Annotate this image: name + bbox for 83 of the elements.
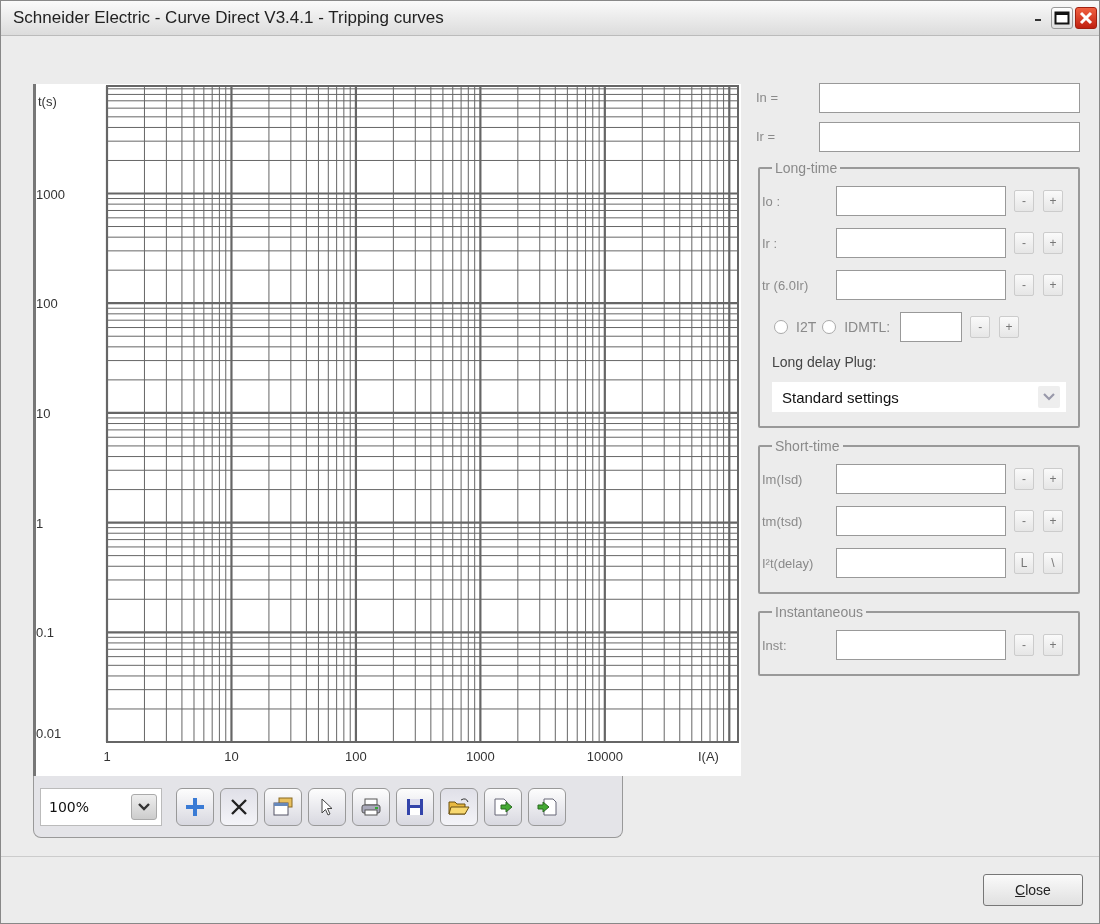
close-button[interactable] [1075,7,1097,29]
window-stack-icon [272,796,294,817]
radio-button[interactable] [774,320,788,334]
input-field[interactable] [836,270,1006,300]
step-button[interactable]: + [1043,634,1063,656]
step-button[interactable]: + [999,316,1020,338]
chevron-down-icon [138,802,150,811]
field-label: I²t(delay) [762,555,815,571]
plus-icon [184,795,206,818]
step-button[interactable]: + [1043,274,1063,296]
step-button[interactable]: - [1014,510,1034,532]
input-field[interactable] [836,630,1006,660]
close-icon [1079,11,1093,25]
maximize-button[interactable] [1051,7,1073,29]
select-button[interactable] [308,787,346,826]
folder-icon [447,796,471,817]
properties-button[interactable] [264,787,302,826]
add-button[interactable] [176,787,214,826]
x-tick-label: 1000 [465,749,495,764]
input-field[interactable] [836,228,1006,258]
y-axis-label: t(s) [38,94,57,109]
field-label: tm(tsd) [762,513,804,529]
step-button[interactable]: - [1014,274,1034,296]
field-label: Io : [762,193,782,209]
step-button[interactable]: - [1014,634,1034,656]
radio-button[interactable] [822,320,837,334]
input-field[interactable] [836,186,1006,216]
field-label: Inst: [762,637,788,653]
print-button[interactable] [352,787,390,826]
step-button[interactable]: - [1014,468,1034,490]
y-tick-label: 1 [36,515,44,531]
y-tick-label: 0.1 [36,625,55,641]
field-label: Ir = [755,129,777,144]
step-button[interactable]: - [1014,190,1034,212]
step-button[interactable]: + [1043,468,1063,490]
y-tick-label: 1000 [36,186,65,202]
field-label: Ir : [762,235,779,251]
y-tick-label: 0.01 [36,726,62,741]
delete-button[interactable] [220,787,258,826]
step-button[interactable]: - [970,316,991,338]
printer-icon [360,796,382,817]
input-field[interactable] [900,312,963,342]
y-tick-label: 100 [36,296,58,312]
step-button[interactable]: \ [1043,552,1063,574]
group-title: Short-time [774,438,841,454]
plug-dropdown[interactable]: Standard settings [772,382,1066,412]
step-button[interactable]: + [1043,510,1063,532]
x-axis-label: I(A) [698,749,719,764]
input-field[interactable] [819,121,1080,152]
open-button[interactable] [440,787,478,826]
y-tick-label: 10 [36,405,51,421]
radio-label: I2T [796,319,817,335]
group-title: Long-time [774,160,839,176]
step-button[interactable]: - [1014,232,1034,254]
maximize-icon [1054,11,1070,25]
x-tick-label: 10 [224,749,239,764]
input-field[interactable] [819,82,1080,113]
step-button[interactable]: + [1043,232,1063,254]
input-field[interactable] [836,548,1006,578]
import-button[interactable] [528,787,566,826]
chevron-down-icon [1043,393,1055,401]
field-label: In = [755,90,780,105]
group-title: Instantaneous [774,604,864,620]
cross-icon [229,796,249,817]
field-label: Im(Isd) [762,471,804,487]
document-arrow-icon [536,796,558,817]
save-button[interactable] [396,787,434,826]
document-arrow-icon [492,796,514,817]
export-button[interactable] [484,787,522,826]
zoom-dropdown[interactable]: 100% [40,787,162,826]
field-label: tr (6.0Ir) [762,277,810,293]
step-button[interactable]: L [1014,552,1034,574]
radio-label: IDMTL: [844,319,891,335]
cursor-icon [319,796,335,817]
window-title: Schneider Electric - Curve Direct V3.4.1 - Tripping curves [13,8,445,28]
close-button[interactable]: Close [983,874,1083,906]
input-field[interactable] [836,464,1006,494]
step-button[interactable]: + [1043,190,1063,212]
x-tick-label: 10000 [586,749,623,764]
x-tick-label: 100 [345,749,367,764]
field-label: Long delay Plug: [772,354,877,370]
input-field[interactable] [836,506,1006,536]
x-tick-label: 1 [103,749,111,764]
